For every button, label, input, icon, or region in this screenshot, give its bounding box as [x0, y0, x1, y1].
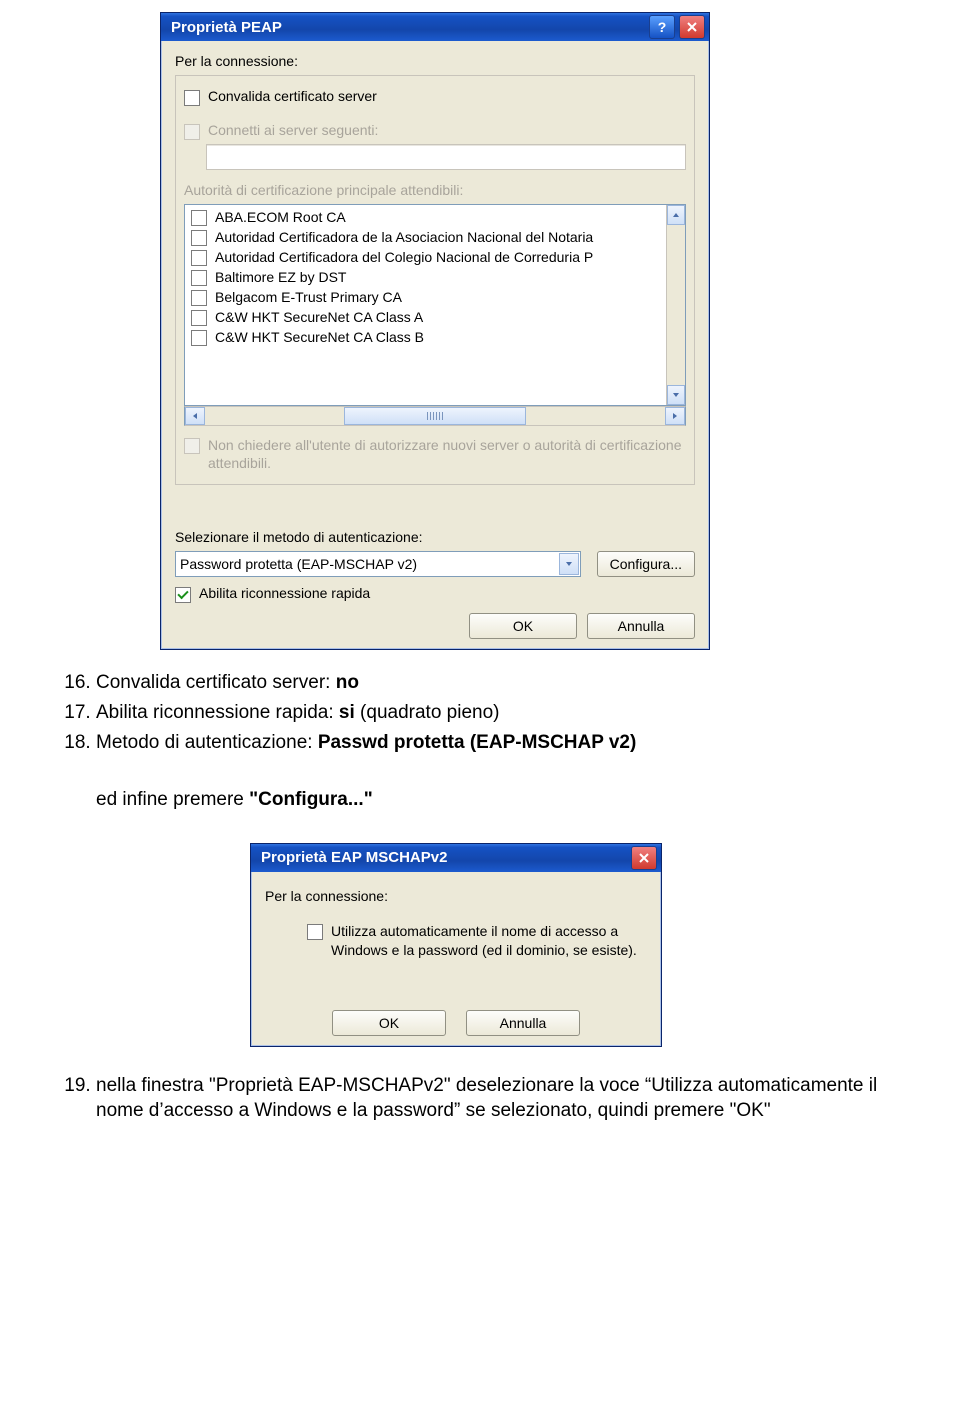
close-button[interactable] [631, 846, 657, 870]
ca-list-item[interactable]: Baltimore EZ by DST [185, 267, 667, 287]
ca-list-item[interactable]: Autoridad Certificadora de la Asociacion… [185, 227, 667, 247]
checkbox-icon [191, 290, 207, 306]
auto-logon-checkbox[interactable]: Utilizza automaticamente il nome di acce… [307, 922, 647, 960]
instruction-16: Convalida certificato server: no [96, 670, 898, 696]
connect-servers-checkbox: Connetti ai server seguenti: [184, 122, 686, 140]
validate-cert-label: Convalida certificato server [208, 88, 377, 104]
ca-list-item[interactable]: ABA.ECOM Root CA [185, 207, 667, 227]
scroll-thumb[interactable] [344, 407, 526, 425]
scroll-left-button[interactable] [185, 407, 205, 425]
checkbox-icon [191, 230, 207, 246]
scroll-down-button[interactable] [667, 385, 685, 405]
checkbox-icon [307, 924, 323, 940]
instruction-17: Abilita riconnessione rapida: si (quadra… [96, 700, 898, 726]
window-title: Proprietà EAP MSCHAPv2 [255, 849, 627, 866]
ca-item-label: C&W HKT SecureNet CA Class B [215, 329, 424, 345]
ca-item-label: C&W HKT SecureNet CA Class A [215, 309, 423, 325]
cancel-button[interactable]: Annulla [466, 1010, 580, 1036]
vertical-scrollbar[interactable] [666, 205, 685, 405]
peap-properties-dialog: Proprietà PEAP ? Per la connessione: Con… [160, 12, 710, 650]
instruction-18: Metodo di autenticazione: Passwd protett… [96, 730, 898, 756]
mschapv2-properties-dialog: Proprietà EAP MSCHAPv2 Per la connession… [250, 843, 662, 1047]
checkbox-icon [184, 90, 200, 106]
checkbox-icon [191, 210, 207, 226]
fast-reconnect-label: Abilita riconnessione rapida [199, 585, 370, 601]
chevron-down-icon [559, 553, 579, 575]
ca-list-item[interactable]: C&W HKT SecureNet CA Class A [185, 307, 667, 327]
trusted-ca-list[interactable]: ABA.ECOM Root CA Autoridad Certificadora … [184, 204, 686, 406]
ca-list-item[interactable]: Belgacom E-Trust Primary CA [185, 287, 667, 307]
help-button[interactable]: ? [649, 15, 675, 39]
ca-item-label: Autoridad Certificadora de la Asociacion… [215, 229, 593, 245]
checkbox-icon [184, 438, 200, 454]
auth-method-value: Password protetta (EAP-MSCHAP v2) [180, 556, 417, 572]
titlebar[interactable]: Proprietà EAP MSCHAPv2 [251, 844, 661, 872]
ok-button[interactable]: OK [332, 1010, 446, 1036]
ca-list-item[interactable]: C&W HKT SecureNet CA Class B [185, 327, 667, 347]
checkbox-icon [191, 310, 207, 326]
validate-cert-checkbox[interactable]: Convalida certificato server [184, 88, 686, 106]
instructions-block-2: nella finestra "Proprietà EAP-MSCHAPv2" … [62, 1073, 898, 1124]
instruction-19: nella finestra "Proprietà EAP-MSCHAPv2" … [96, 1073, 898, 1124]
connection-label: Per la connessione: [175, 53, 695, 69]
window-title: Proprietà PEAP [165, 19, 645, 36]
titlebar[interactable]: Proprietà PEAP ? [161, 13, 709, 41]
instruction-tail: ed infine premere "Configura..." [62, 787, 898, 813]
fast-reconnect-checkbox[interactable]: Abilita riconnessione rapida [175, 585, 695, 603]
cancel-button[interactable]: Annulla [587, 613, 695, 639]
ca-list-item[interactable]: Autoridad Certificadora del Colegio Naci… [185, 247, 667, 267]
checkbox-icon [184, 124, 200, 140]
connection-groupbox: Convalida certificato server Connetti ai… [175, 75, 695, 485]
servers-input [206, 144, 686, 170]
no-prompt-label: Non chiedere all'utente di autorizzare n… [208, 436, 686, 472]
trusted-ca-label: Autorità di certificazione principale at… [184, 182, 686, 198]
checkbox-checked-icon [175, 587, 191, 603]
scroll-up-button[interactable] [667, 205, 685, 225]
ca-item-label: Baltimore EZ by DST [215, 269, 346, 285]
auth-method-select[interactable]: Password protetta (EAP-MSCHAP v2) [175, 551, 581, 577]
configure-button[interactable]: Configura... [597, 551, 695, 577]
close-button[interactable] [679, 15, 705, 39]
ca-item-label: Autoridad Certificadora del Colegio Naci… [215, 249, 593, 265]
connect-servers-label: Connetti ai server seguenti: [208, 122, 378, 138]
checkbox-icon [191, 270, 207, 286]
checkbox-icon [191, 250, 207, 266]
auto-logon-label: Utilizza automaticamente il nome di acce… [331, 922, 647, 960]
no-prompt-checkbox: Non chiedere all'utente di autorizzare n… [184, 436, 686, 472]
instructions-block-1: Convalida certificato server: no Abilita… [62, 670, 898, 813]
ca-item-label: ABA.ECOM Root CA [215, 209, 346, 225]
scroll-right-button[interactable] [665, 407, 685, 425]
ca-item-label: Belgacom E-Trust Primary CA [215, 289, 402, 305]
horizontal-scrollbar[interactable] [184, 406, 686, 426]
ok-button[interactable]: OK [469, 613, 577, 639]
checkbox-icon [191, 330, 207, 346]
auth-method-label: Selezionare il metodo di autenticazione: [175, 529, 695, 545]
connection-label: Per la connessione: [265, 888, 647, 904]
